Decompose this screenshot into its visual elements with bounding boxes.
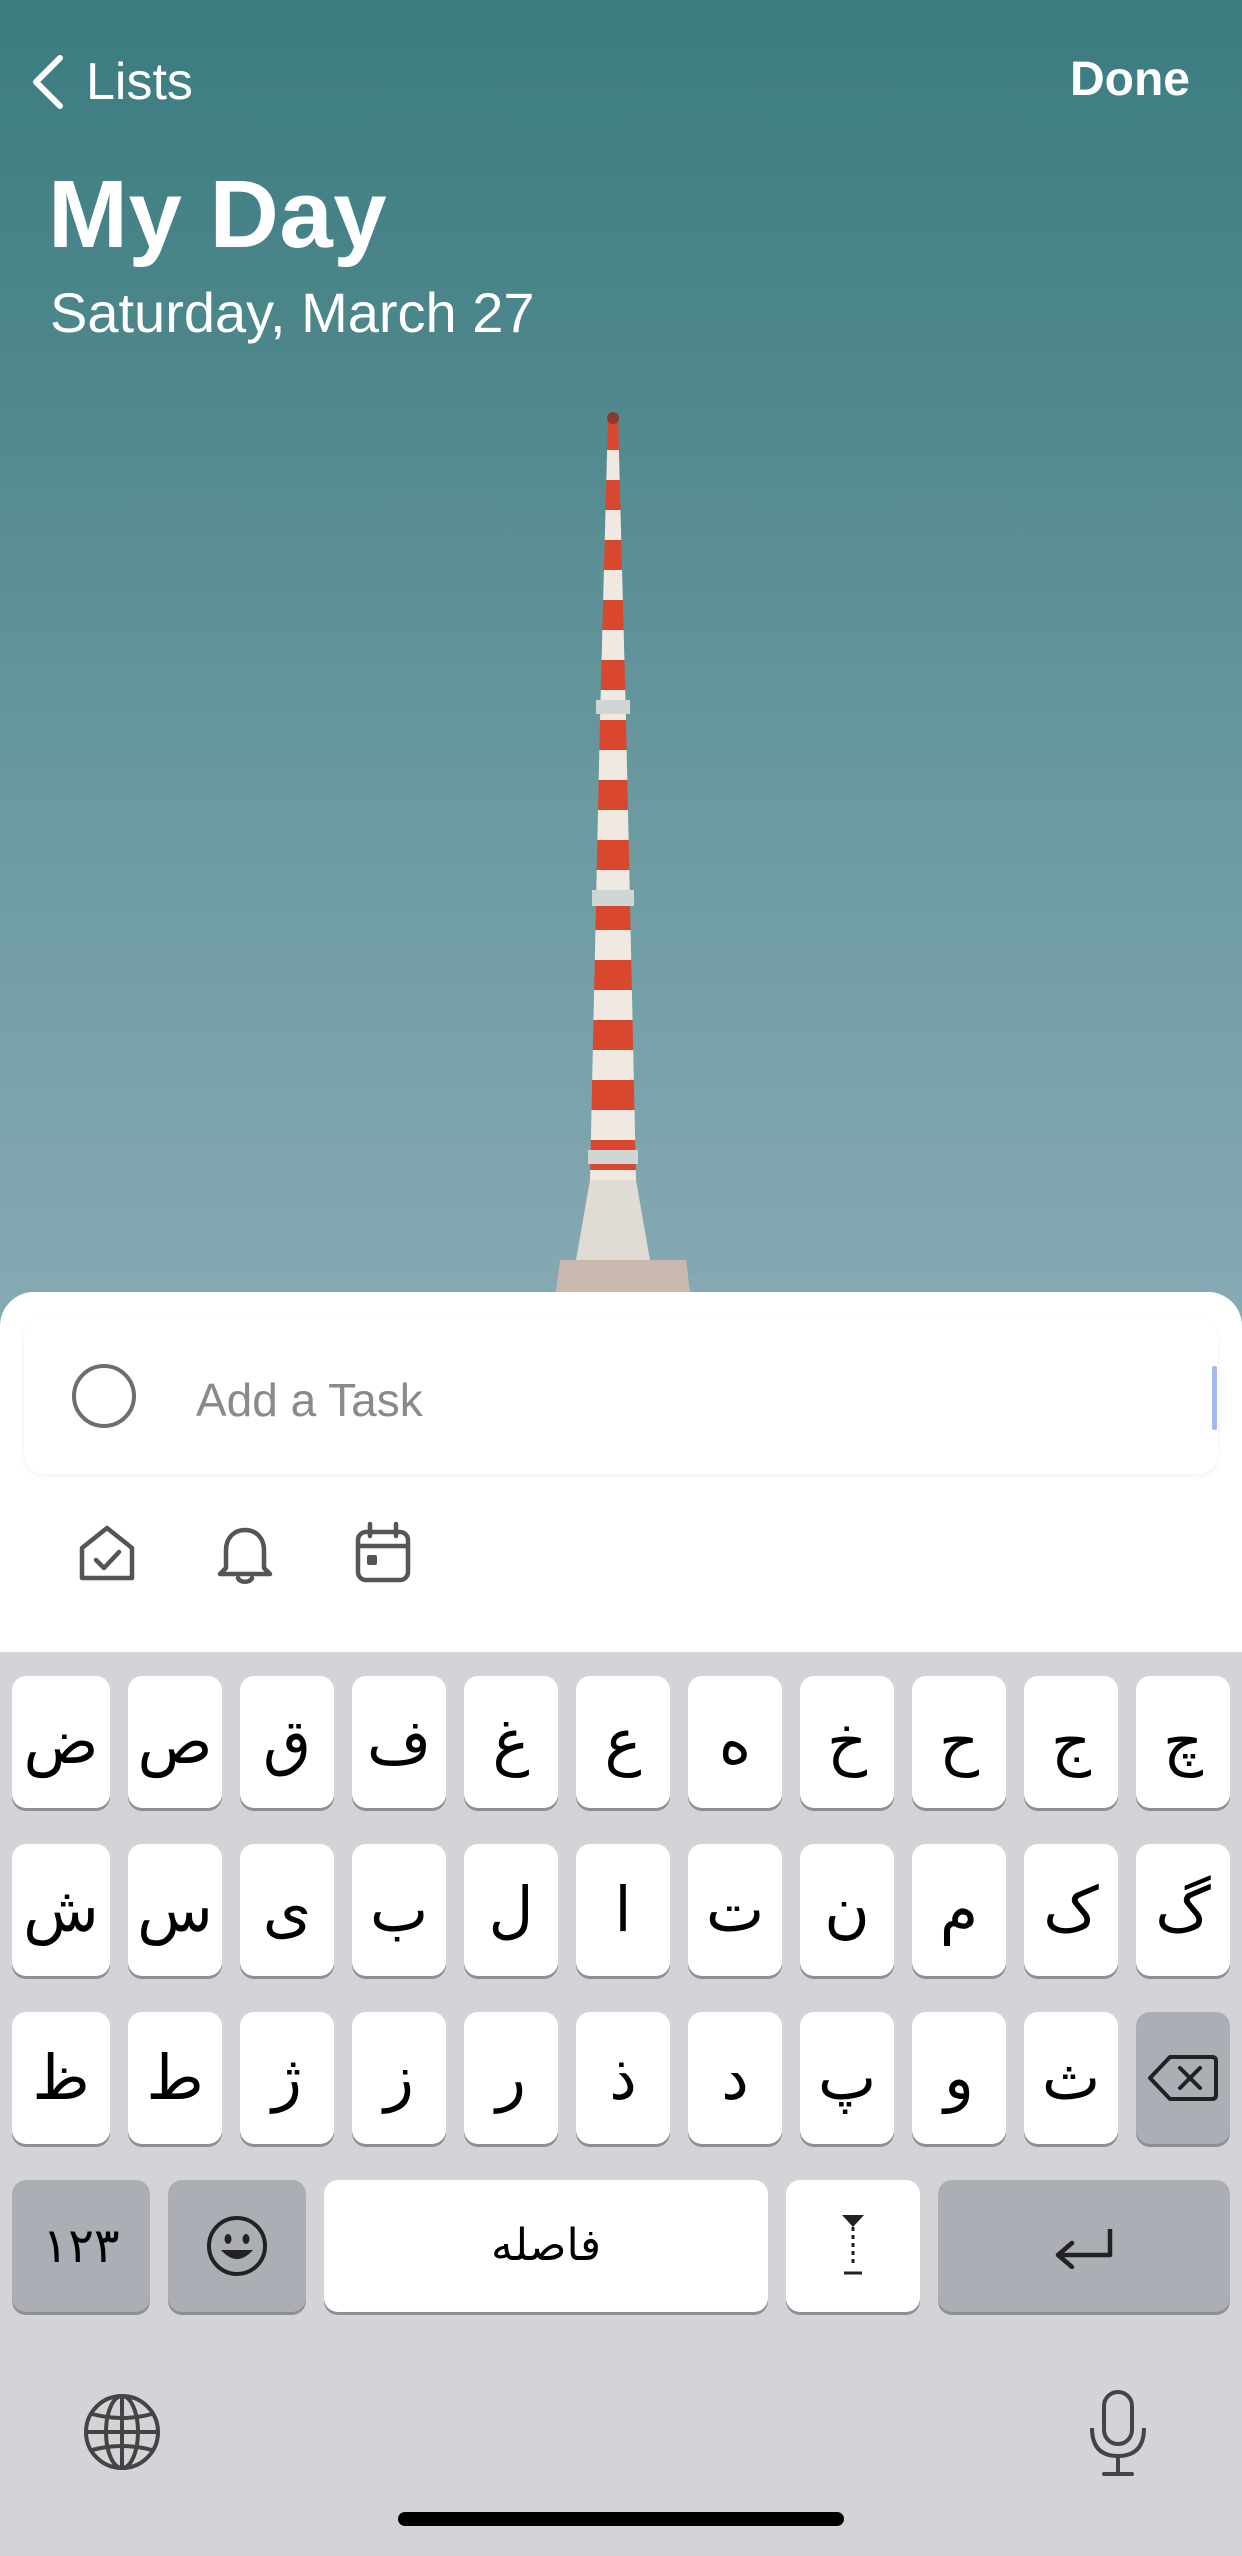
key[interactable]: ع [576,1676,670,1808]
key[interactable]: ذ [576,2012,670,2144]
back-label: Lists [86,53,193,111]
space-key-label: فاصله [491,2220,601,2271]
globe-key[interactable] [82,2392,162,2472]
key[interactable]: ض [12,1676,110,1808]
complete-circle-icon[interactable] [72,1364,136,1428]
key-label: چ [1162,1705,1204,1778]
key[interactable]: و [912,2012,1006,2144]
key-label: خ [826,1705,868,1778]
key-label: ث [1041,2041,1101,2114]
page-date: Saturday, March 27 [50,281,535,344]
key-label: ط [146,2041,204,2114]
dictation-key[interactable] [1086,2388,1150,2480]
key[interactable]: خ [800,1676,894,1808]
key-label: ف [366,1705,432,1778]
key-label: م [939,1873,979,1946]
key-label: ل [488,1873,534,1946]
done-button[interactable]: Done [1070,52,1190,107]
key[interactable]: م [912,1844,1006,1976]
add-to-my-day-icon [79,1525,135,1581]
key[interactable]: ژ [240,2012,334,2144]
key-label: ا [614,1873,632,1946]
add-task-input[interactable] [194,1364,1178,1436]
key-label: ه [718,1705,752,1778]
reminder-bell-icon [217,1527,273,1584]
numbers-key-label: ۱۲۳ [42,2218,120,2274]
key[interactable]: ق [240,1676,334,1808]
delete-key[interactable] [1136,2012,1230,2144]
key[interactable]: ش [12,1844,110,1976]
key[interactable]: ح [912,1676,1006,1808]
key[interactable]: ث [1024,2012,1118,2144]
key-label: ب [369,1873,429,1946]
key[interactable]: ظ [12,2012,110,2144]
key[interactable]: ل [464,1844,558,1976]
key[interactable]: پ [800,2012,894,2144]
key[interactable]: ج [1024,1676,1118,1808]
space-key[interactable]: فاصله [324,2180,768,2312]
key-label: ر [496,2041,526,2114]
key-label: و [944,2041,974,2114]
globe-icon [84,2394,160,2470]
zwnj-key[interactable] [786,2180,920,2312]
microphone-icon [1090,2390,1146,2476]
key[interactable]: ط [128,2012,222,2144]
key[interactable]: ه [688,1676,782,1808]
return-arrow-icon [1055,2229,1113,2269]
key[interactable]: س [128,1844,222,1976]
key-label: ن [824,1873,870,1946]
emoji-key[interactable] [168,2180,306,2312]
key-label: ص [137,1705,213,1778]
key[interactable]: ز [352,2012,446,2144]
key[interactable]: ن [800,1844,894,1976]
key-label: پ [817,2041,877,2114]
due-date-button[interactable] [350,1520,416,1586]
key[interactable]: ر [464,2012,558,2144]
key-label: ظ [32,2041,90,2114]
key[interactable]: گ [1136,1844,1230,1976]
key-label: ق [262,1705,312,1778]
emoji-icon [207,2216,267,2276]
keyboard: ض ص ق ف غ ع ه خ ح ج چ ش س ی ب ل ا ت ن م … [0,1652,1242,2556]
key[interactable]: ا [576,1844,670,1976]
key[interactable]: ک [1024,1844,1118,1976]
key-label: س [137,1873,213,1946]
key-label: ذ [609,2041,637,2114]
back-button[interactable]: Lists [30,52,193,112]
key[interactable]: ت [688,1844,782,1976]
backspace-icon [1148,2055,1218,2101]
key-label: د [721,2041,749,2114]
chevron-left-icon [33,55,63,109]
key-label: ج [1050,1705,1092,1778]
key-label: گ [1155,1873,1211,1946]
key-label: ژ [272,2041,302,2114]
key-label: ش [23,1873,99,1946]
text-caret [1212,1366,1217,1430]
key[interactable]: ص [128,1676,222,1808]
key-label: ت [705,1873,765,1946]
key[interactable]: ف [352,1676,446,1808]
key-label: غ [492,1705,530,1778]
page-title: My Day [48,161,388,268]
add-to-my-day-button[interactable] [74,1520,140,1586]
key-label: ح [938,1705,980,1778]
key[interactable]: چ [1136,1676,1230,1808]
key[interactable]: ی [240,1844,334,1976]
numbers-key[interactable]: ۱۲۳ [12,2180,150,2312]
key-label: ض [23,1705,99,1778]
key-label: ک [1043,1873,1099,1946]
key[interactable]: د [688,2012,782,2144]
due-date-calendar-icon [355,1521,411,1583]
home-indicator [398,2512,844,2526]
key-label: ز [384,2041,414,2114]
return-key[interactable] [938,2180,1230,2312]
key[interactable]: غ [464,1676,558,1808]
key-label: ی [262,1873,312,1946]
key-label: ع [604,1705,642,1778]
remind-me-button[interactable] [212,1520,278,1586]
key[interactable]: ب [352,1844,446,1976]
zwnj-icon [842,2215,864,2275]
